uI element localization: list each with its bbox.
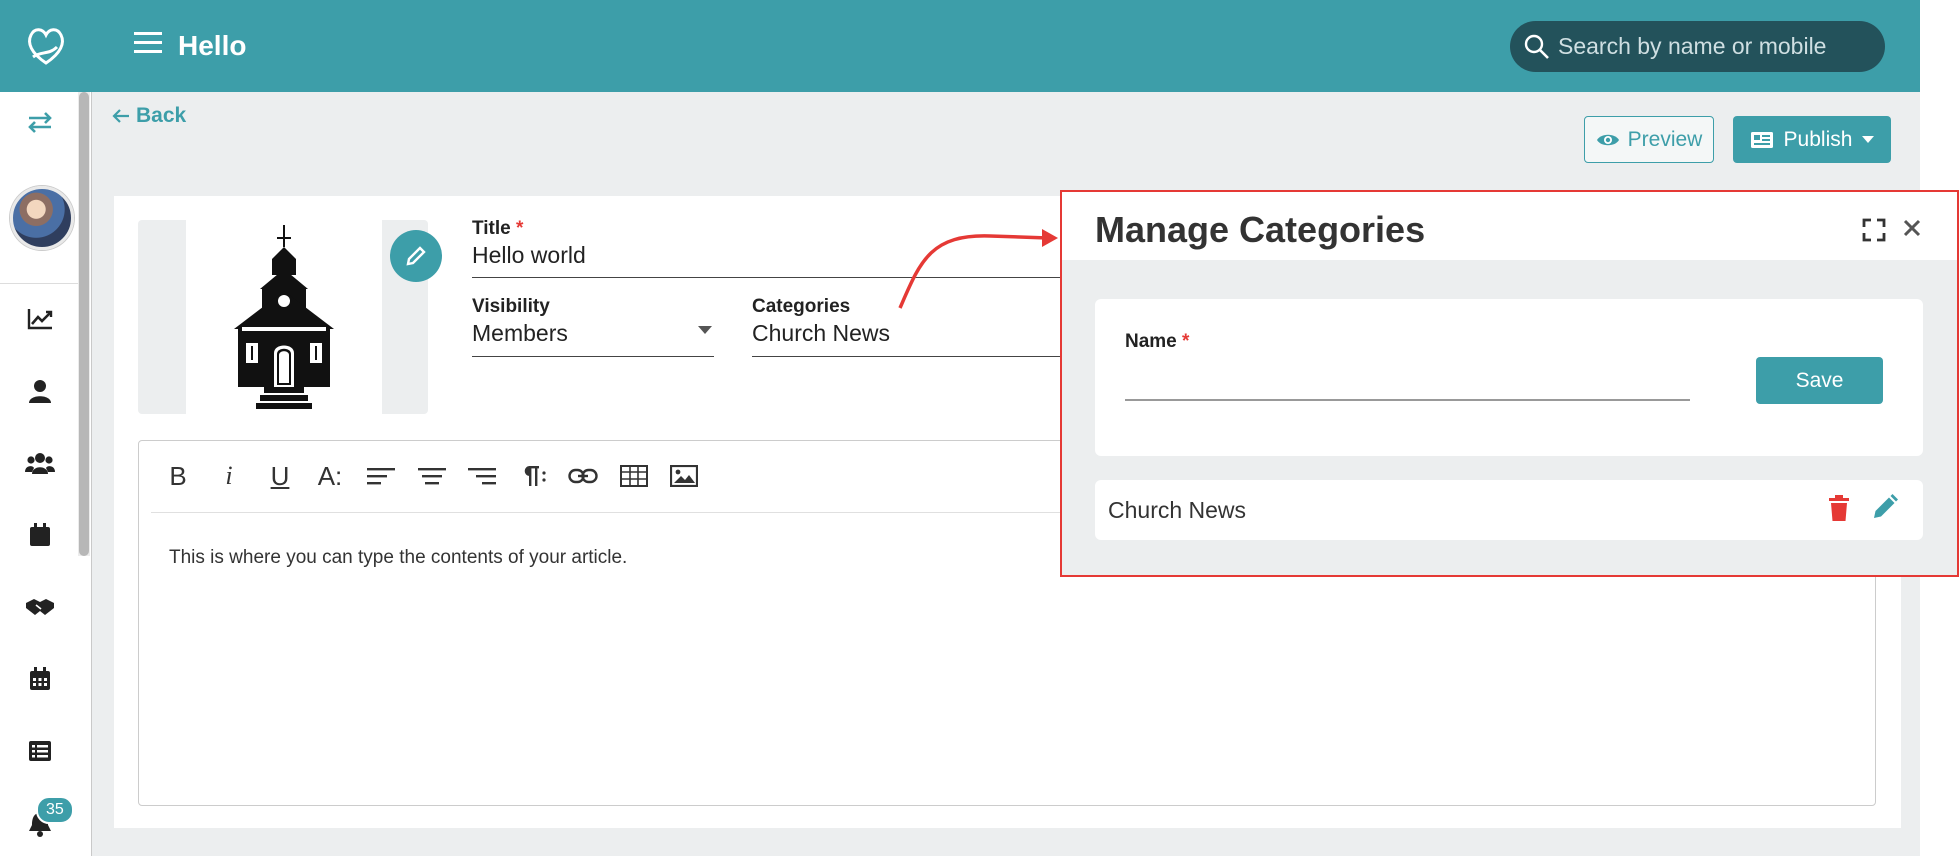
article-image-box — [138, 220, 442, 414]
annotation-arrow — [898, 229, 1058, 309]
preview-button[interactable]: Preview — [1584, 116, 1714, 163]
caret-down-icon — [1862, 135, 1875, 143]
back-label: Back — [136, 104, 187, 127]
church-icon — [234, 225, 334, 409]
pencil-icon[interactable] — [1872, 494, 1902, 526]
save-button[interactable]: Save — [1756, 357, 1883, 404]
publish-label: Publish — [1783, 127, 1853, 151]
align-left-icon[interactable] — [360, 455, 402, 497]
arrow-left-icon — [112, 109, 129, 123]
hamburger-menu-icon[interactable] — [134, 30, 162, 60]
align-right-icon[interactable] — [461, 455, 503, 497]
dropdown-caret-icon[interactable] — [698, 326, 712, 335]
notification-badge: 35 — [36, 796, 74, 824]
app-title: Hello — [178, 30, 247, 61]
category-item-label: Church News — [1108, 497, 1247, 523]
new-category-form: Name * Save — [1095, 299, 1923, 456]
underline-button[interactable]: U — [259, 455, 301, 497]
analytics-chart-icon[interactable] — [18, 299, 62, 339]
image-icon[interactable] — [663, 455, 705, 497]
heart-hand-logo-icon — [28, 28, 64, 65]
paragraph-icon[interactable] — [512, 455, 554, 497]
categories-label: Categories — [752, 296, 851, 317]
user-icon[interactable] — [18, 371, 62, 411]
visibility-label: Visibility — [472, 296, 550, 317]
edit-image-button[interactable] — [390, 230, 442, 282]
calendar-grid-icon[interactable] — [18, 659, 62, 699]
publish-button[interactable]: Publish — [1733, 116, 1891, 163]
link-icon[interactable] — [562, 455, 604, 497]
users-group-icon[interactable] — [18, 443, 62, 483]
sidebar-scrollbar[interactable] — [78, 92, 90, 556]
name-label: Name * — [1125, 331, 1190, 352]
newspaper-icon — [1750, 131, 1773, 148]
search-icon — [1524, 34, 1549, 59]
eye-icon — [1596, 134, 1619, 145]
visibility-underline — [472, 356, 714, 357]
pencil-icon — [406, 246, 426, 266]
visibility-select[interactable]: Members — [472, 320, 568, 347]
italic-button[interactable]: i — [208, 455, 250, 497]
app-logo[interactable] — [0, 0, 92, 92]
switch-arrows-icon[interactable] — [18, 102, 62, 142]
category-name-input[interactable] — [1125, 365, 1690, 401]
align-center-icon[interactable] — [411, 455, 453, 497]
dialog-title: Manage Categories — [1095, 209, 1426, 250]
expand-icon[interactable] — [1862, 218, 1886, 242]
title-label: Title * — [472, 218, 524, 239]
calendar-icon[interactable] — [18, 515, 62, 555]
close-icon[interactable] — [1898, 214, 1926, 244]
top-bar: Hello — [92, 0, 1920, 92]
search-box[interactable] — [1510, 21, 1885, 72]
sidebar: 35 — [0, 0, 92, 856]
table-icon[interactable] — [613, 455, 655, 497]
title-input[interactable]: Hello world — [472, 242, 586, 269]
category-list-item: Church News — [1095, 480, 1923, 540]
user-avatar[interactable] — [10, 186, 74, 250]
categories-select[interactable]: Church News — [752, 320, 890, 347]
manage-categories-dialog: Manage Categories Name * Save Church New… — [1060, 190, 1959, 577]
search-input[interactable] — [1558, 33, 1878, 60]
bold-button[interactable]: B — [157, 455, 199, 497]
editor-body-text[interactable]: This is where you can type the contents … — [169, 547, 627, 569]
preview-label: Preview — [1627, 127, 1703, 151]
handshake-icon[interactable] — [18, 587, 62, 627]
dialog-header: Manage Categories — [1062, 192, 1957, 260]
font-size-button[interactable]: A: — [309, 455, 351, 497]
church-image — [186, 220, 382, 414]
back-link[interactable]: Back — [112, 104, 186, 128]
delete-icon[interactable] — [1828, 494, 1858, 526]
sidebar-divider — [0, 283, 78, 284]
list-icon[interactable] — [18, 731, 62, 771]
